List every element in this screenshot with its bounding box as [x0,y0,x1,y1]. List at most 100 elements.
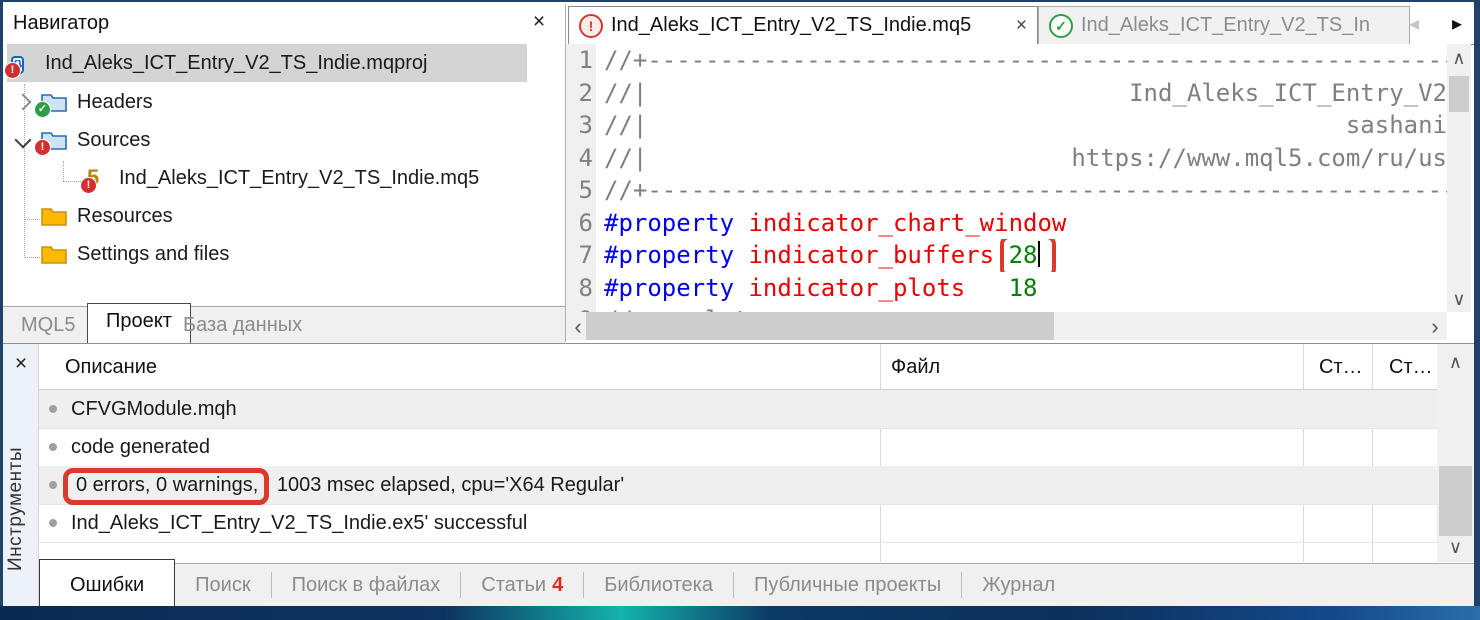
desktop-background-strip [0,606,1480,620]
error-badge-icon: ! [34,139,51,156]
folder-icon: ! [41,129,67,151]
annotation-box: 0 errors, 0 warnings, [63,468,269,505]
text-caret [1038,241,1040,267]
editor-code-area[interactable]: 1 //+-----------------------------------… [566,44,1447,312]
tree-item-label: Ind_Aleks_ICT_Entry_V2_TS_Indie.mq5 [119,167,479,190]
mq5-file-icon: 5 ! [87,167,113,189]
navigator-panel: Навигатор × {} ! Ind_Aleks_ICT_Entry_V2_… [3,4,565,342]
tree-item-label: Settings and files [77,243,229,266]
code-line: 7 #propertyindicator_buffers28 [566,239,1447,272]
tree-item-project-root[interactable]: {} ! Ind_Aleks_ICT_Entry_V2_TS_Indie.mqp… [7,44,527,82]
scrollbar-thumb[interactable] [1449,76,1469,112]
metaeditor-window: Навигатор × {} ! Ind_Aleks_ICT_Entry_V2_… [3,2,1474,606]
folder-icon [41,205,67,227]
grid-row[interactable]: CFVGModule.mqh [39,390,1437,429]
tree-guide-line [24,219,40,220]
articles-count-badge: 4 [552,574,563,597]
row-description: code generated [71,436,210,459]
tab-library[interactable]: Библиотека [584,574,733,597]
tree-item-settings[interactable]: Settings and files [41,235,229,273]
row-description: Ind_Aleks_ICT_Entry_V2_TS_Indie.ex5' suc… [71,512,527,535]
bullet-icon [49,443,57,451]
navigator-close-icon[interactable]: × [527,10,551,34]
column-header-col3[interactable]: Ст… [1319,344,1363,390]
editor-tab-active[interactable]: ! Ind_Aleks_ICT_Entry_V2_TS_Indie.mq5 × [568,6,1038,45]
bullet-icon [49,519,57,527]
editor-tab-inactive[interactable]: ✓ Ind_Aleks_ICT_Entry_V2_TS_In [1038,6,1410,45]
tree-item-label: Resources [77,205,173,228]
scroll-up-icon[interactable]: ∧ [1447,48,1471,69]
error-circle-icon: ! [579,14,603,38]
annotation-box: 28 [1000,239,1057,272]
tree-item-mq5-file[interactable]: 5 ! Ind_Aleks_ICT_Entry_V2_TS_Indie.mq5 [87,159,479,197]
code-line: 6 #propertyindicator_chart_window [566,207,1447,240]
tree-item-label: Ind_Aleks_ICT_Entry_V2_TS_Indie.mqproj [45,52,427,75]
tree-guide-line [63,161,64,181]
scroll-down-icon[interactable]: ∨ [1447,289,1471,310]
grid-row[interactable]: Ind_Aleks_ICT_Entry_V2_TS_Indie.ex5' suc… [39,504,1437,543]
editor-horizontal-scrollbar[interactable]: ‹ › [566,312,1447,340]
bullet-icon [49,405,57,413]
column-header-description[interactable]: Описание [65,344,157,390]
editor-tab-label: Ind_Aleks_ICT_Entry_V2_TS_Indie.mq5 [611,14,971,37]
bullet-icon [49,481,57,489]
editor-tab-label: Ind_Aleks_ICT_Entry_V2_TS_In [1081,14,1370,37]
tab-search-in-files[interactable]: Поиск в файлах [272,574,461,597]
tab-close-icon[interactable]: × [1016,15,1027,37]
check-circle-icon: ✓ [1049,14,1073,38]
folder-icon: ✓ [41,91,67,113]
column-header-file[interactable]: Файл [891,344,940,390]
code-line: 5 //+-----------------------------------… [566,174,1447,207]
toolbox-grid: Описание Файл Ст… Ст… CFVGModule.mqh cod… [39,344,1474,564]
tree-item-headers[interactable]: ✓ Headers [17,83,153,121]
editor-vertical-scrollbar[interactable]: ∧ ∨ [1447,44,1471,312]
scrollbar-thumb[interactable] [586,312,1054,340]
editor-tab-bar: ! Ind_Aleks_ICT_Entry_V2_TS_Indie.mq5 × … [566,4,1474,45]
row-description-highlight: 0 errors, 0 warnings, [76,474,258,496]
scroll-right-icon[interactable]: › [1427,314,1443,340]
code-line: 4 //|https://www.mql5.com/ru/us [566,142,1447,175]
row-description: 1003 msec elapsed, cpu='X64 Regular' [271,474,624,497]
column-header-col4[interactable]: Ст… [1389,344,1433,390]
tab-database[interactable]: База данных [183,314,302,337]
tab-search[interactable]: Поиск [175,574,270,597]
tab-articles[interactable]: Статьи4 [461,574,583,597]
code-line: 3 //|sashani [566,109,1447,142]
navigator-tab-bar: MQL5 Проект База данных [3,306,565,345]
scrollbar-thumb[interactable] [1439,466,1472,536]
folder-icon [41,243,67,265]
tab-errors[interactable]: Ошибки [39,559,175,606]
toolbox-vertical-scrollbar[interactable]: ∧ ∨ [1437,344,1474,562]
toolbox-close-icon[interactable]: × [9,352,33,376]
tab-mql5[interactable]: MQL5 [21,314,75,337]
chevron-down-icon[interactable] [15,132,32,149]
tree-item-label: Headers [77,91,153,114]
code-line: 1 //+-----------------------------------… [566,44,1447,77]
tab-public-projects[interactable]: Публичные проекты [734,574,961,597]
row-description: CFVGModule.mqh [71,398,237,421]
navigator-title: Навигатор [13,12,109,35]
chevron-right-icon[interactable] [15,94,32,111]
scroll-up-icon[interactable]: ∧ [1437,352,1474,373]
error-badge-icon: ! [80,177,97,194]
project-icon: {} ! [11,52,37,74]
tree-item-resources[interactable]: Resources [41,197,173,235]
tabs-scroll-left-icon[interactable]: ◂ [1409,14,1419,34]
toolbox-side-label: Инструменты [5,414,35,604]
tree-guide-line [24,257,40,258]
tab-journal[interactable]: Журнал [962,574,1075,597]
tree-item-label: Sources [77,129,150,152]
tree-item-sources[interactable]: ! Sources [17,121,150,159]
grid-row[interactable]: 0 errors, 0 warnings, 1003 msec elapsed,… [39,466,1437,505]
tabs-scroll-right-icon[interactable]: ▸ [1452,14,1462,34]
code-line: 8 #propertyindicator_plots18 [566,272,1447,305]
toolbox-side-strip: × Инструменты [3,344,39,606]
check-badge-icon: ✓ [34,101,51,118]
scroll-left-icon[interactable]: ‹ [570,314,586,340]
grid-row[interactable]: code generated [39,428,1437,467]
toolbox-tab-bar: Ошибки Поиск Поиск в файлах Статьи4 Библ… [39,564,1474,606]
scroll-down-icon[interactable]: ∨ [1437,537,1474,558]
code-line: 9 //--- plot [566,304,1447,312]
error-badge-icon: ! [4,62,21,79]
code-line: 2 //|Ind_Aleks_ICT_Entry_V2 [566,77,1447,110]
